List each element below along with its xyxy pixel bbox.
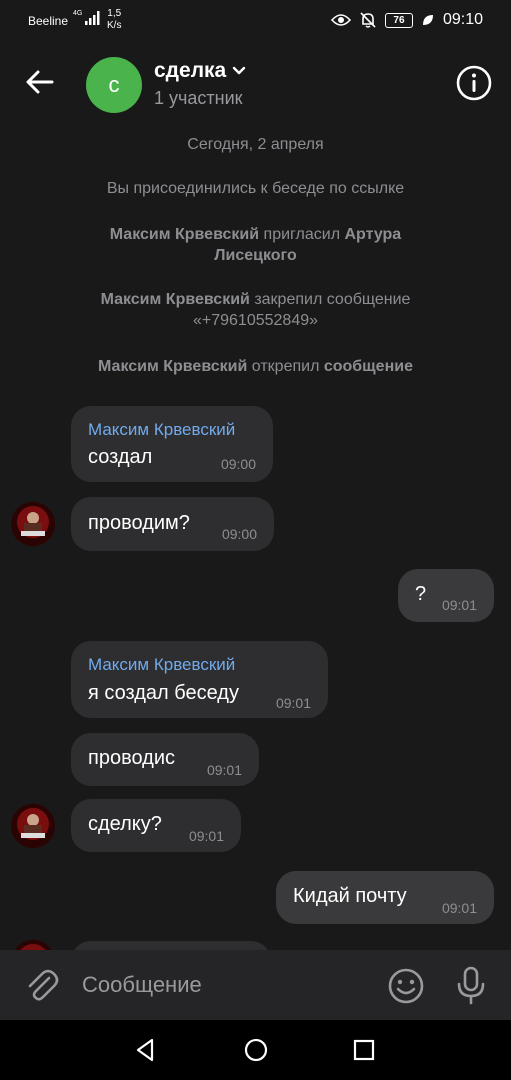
date-separator: Сегодня, 2 апреля: [187, 136, 324, 153]
pinned-actor: Максим Крвевский: [100, 291, 250, 308]
system-nav-bar: [0, 1020, 511, 1080]
info-icon[interactable]: [455, 64, 493, 102]
chat-subtitle: 1 участник: [154, 88, 243, 108]
message-time: 09:01: [206, 762, 242, 778]
invite-action: пригласил: [259, 226, 345, 243]
message-bubble[interactable]: Максим Крвевский я создал беседу 09:01: [71, 641, 328, 718]
message-text: сделку?: [88, 813, 162, 835]
nav-recents-icon[interactable]: [350, 1036, 378, 1064]
microphone-icon[interactable]: [452, 964, 490, 1006]
message-sender[interactable]: Максим Крвевский: [88, 420, 235, 440]
sender-avatar-image: [11, 804, 55, 848]
chevron-down-icon: [233, 66, 246, 75]
emoji-icon[interactable]: [386, 966, 426, 1006]
pinned-action: закрепил сообщение: [249, 291, 411, 308]
sender-avatar[interactable]: [11, 804, 55, 848]
message-time: 09:01: [441, 597, 477, 613]
message-list[interactable]: Сегодня, 2 апреля Вы присоединились к бе…: [0, 124, 511, 950]
message-time: 09:01: [441, 900, 477, 916]
invite-target-line2: Лисецкого: [214, 247, 297, 264]
message-bubble[interactable]: проводис 09:01: [71, 733, 259, 786]
message-composer: Сообщение: [0, 950, 511, 1020]
message-bubble-partial[interactable]: [71, 941, 271, 950]
service-message-pinned: Максим Крвевский закрепил сообщение «+79…: [40, 289, 471, 331]
pinned-message[interactable]: «+79610552849»: [40, 310, 471, 331]
nav-back-icon[interactable]: [132, 1036, 160, 1064]
message-sender[interactable]: Максим Крвевский: [88, 655, 235, 675]
paperclip-icon[interactable]: [22, 966, 60, 1004]
message-bubble-outgoing[interactable]: ? 09:01: [398, 569, 494, 622]
unpinned-target: сообщение: [323, 358, 413, 375]
network-speed-value: 1,5: [107, 8, 122, 19]
sender-avatar[interactable]: [11, 940, 55, 950]
message-text: проводис: [88, 747, 176, 769]
message-bubble[interactable]: проводим? 09:00: [71, 497, 274, 551]
mute-bell-icon: [360, 12, 376, 28]
chat-title[interactable]: сделка: [154, 59, 246, 83]
chat-title-text: сделка: [154, 59, 227, 82]
status-time: 09:10: [442, 11, 483, 28]
sender-avatar-image: [11, 502, 55, 546]
message-time: 09:00: [221, 526, 257, 542]
network-type-label: 4G: [73, 10, 83, 17]
service-message-joined: Вы присоединились к беседе по ссылке: [106, 180, 405, 197]
nav-home-icon[interactable]: [242, 1036, 270, 1064]
network-speed: 1,5 K/s: [107, 8, 121, 32]
message-time: 09:01: [188, 828, 224, 844]
status-bar: Beeline 4G 1,5 K/s 76 09:10: [0, 0, 511, 42]
battery-indicator: 76: [384, 12, 413, 28]
sender-avatar-image: [11, 940, 55, 950]
service-message-unpinned: Максим Крвевский открепил сообщение: [40, 356, 471, 377]
leaf-icon: [422, 15, 433, 25]
message-time: 09:00: [220, 456, 256, 472]
unpinned-actor: Максим Крвевский: [98, 358, 248, 375]
message-bubble[interactable]: сделку? 09:01: [71, 799, 241, 852]
message-time: 09:01: [275, 695, 311, 711]
signal-icon: [85, 11, 100, 25]
invite-actor: Максим Крвевский: [109, 226, 260, 243]
sender-avatar[interactable]: [11, 502, 55, 546]
message-text: создал: [88, 446, 153, 468]
battery-level: 76: [384, 12, 413, 28]
message-text: я создал беседу: [88, 682, 239, 704]
message-input[interactable]: Сообщение: [82, 972, 202, 998]
chat-avatar-letter: с: [108, 72, 120, 97]
service-message-invite: Максим Крвевский пригласил Артура Лисецк…: [40, 224, 471, 266]
invite-target-line1: Артура: [344, 226, 402, 243]
message-text: Кидай почту: [293, 885, 407, 907]
unpinned-action: открепил: [247, 358, 324, 375]
carrier-label: Beeline: [28, 14, 69, 28]
message-text: проводим?: [88, 512, 190, 534]
network-speed-unit: K/s: [107, 20, 122, 31]
back-arrow-icon[interactable]: [22, 64, 58, 100]
message-bubble-outgoing[interactable]: Кидай почту 09:01: [276, 871, 494, 924]
message-bubble[interactable]: Максим Крвевский создал 09:00: [71, 406, 273, 482]
eye-icon: [330, 14, 351, 26]
message-text: ?: [415, 583, 427, 605]
chat-header: с сделка 1 участник: [0, 42, 511, 124]
chat-avatar[interactable]: с: [86, 57, 142, 113]
